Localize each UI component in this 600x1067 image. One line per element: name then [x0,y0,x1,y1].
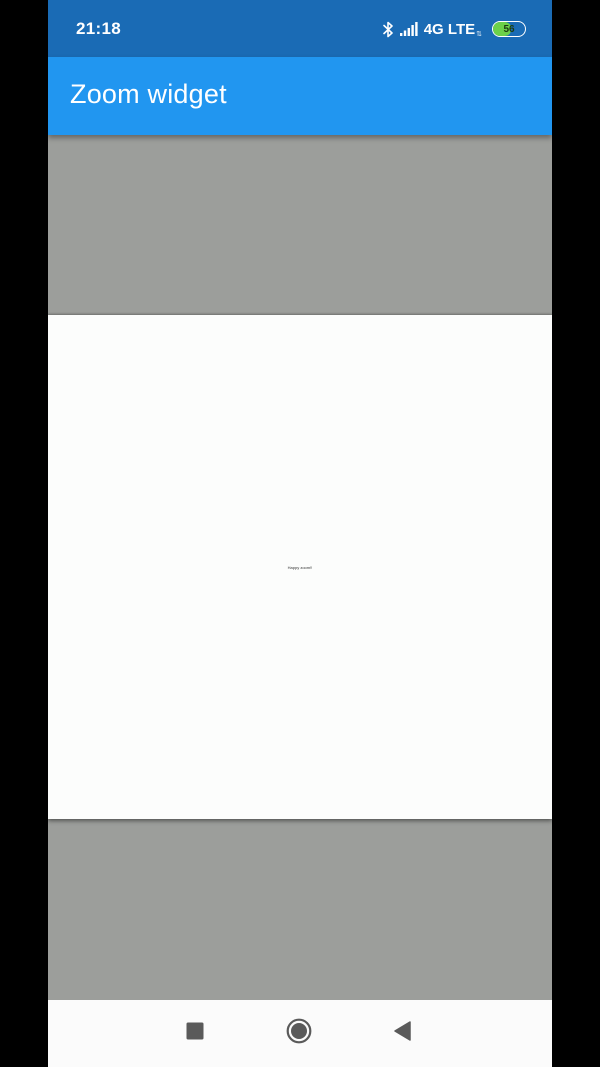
battery-level: 56 [503,23,515,35]
zoom-viewport[interactable]: Happy zoom!! [48,135,552,1000]
home-icon [286,1018,312,1049]
bluetooth-icon [382,21,394,38]
app-bar: Zoom widget [48,57,552,135]
phone-screen: 21:18 4G LTE ⇅ 56 Zoom widget Happy zoom… [48,0,552,1067]
signal-icon [399,22,418,36]
status-bar: 21:18 4G LTE ⇅ 56 [48,0,552,57]
recents-button[interactable] [182,1020,208,1046]
battery-icon: 56 [492,21,526,37]
status-time: 21:18 [76,19,121,38]
data-activity-icon: ⇅ [476,30,482,38]
zoom-canvas[interactable]: Happy zoom!! [48,315,552,819]
network-type: 4G LTE ⇅ [424,21,482,38]
navigation-bar [48,1000,552,1067]
home-button[interactable] [286,1018,312,1049]
page-title: Zoom widget [70,79,227,109]
zoom-canvas-text: Happy zoom!! [287,565,313,570]
network-label: 4G LTE [423,20,476,38]
back-button[interactable] [389,1020,415,1046]
recents-icon [186,1022,204,1045]
back-icon [393,1020,411,1046]
status-icons: 4G LTE ⇅ 56 [382,18,526,40]
